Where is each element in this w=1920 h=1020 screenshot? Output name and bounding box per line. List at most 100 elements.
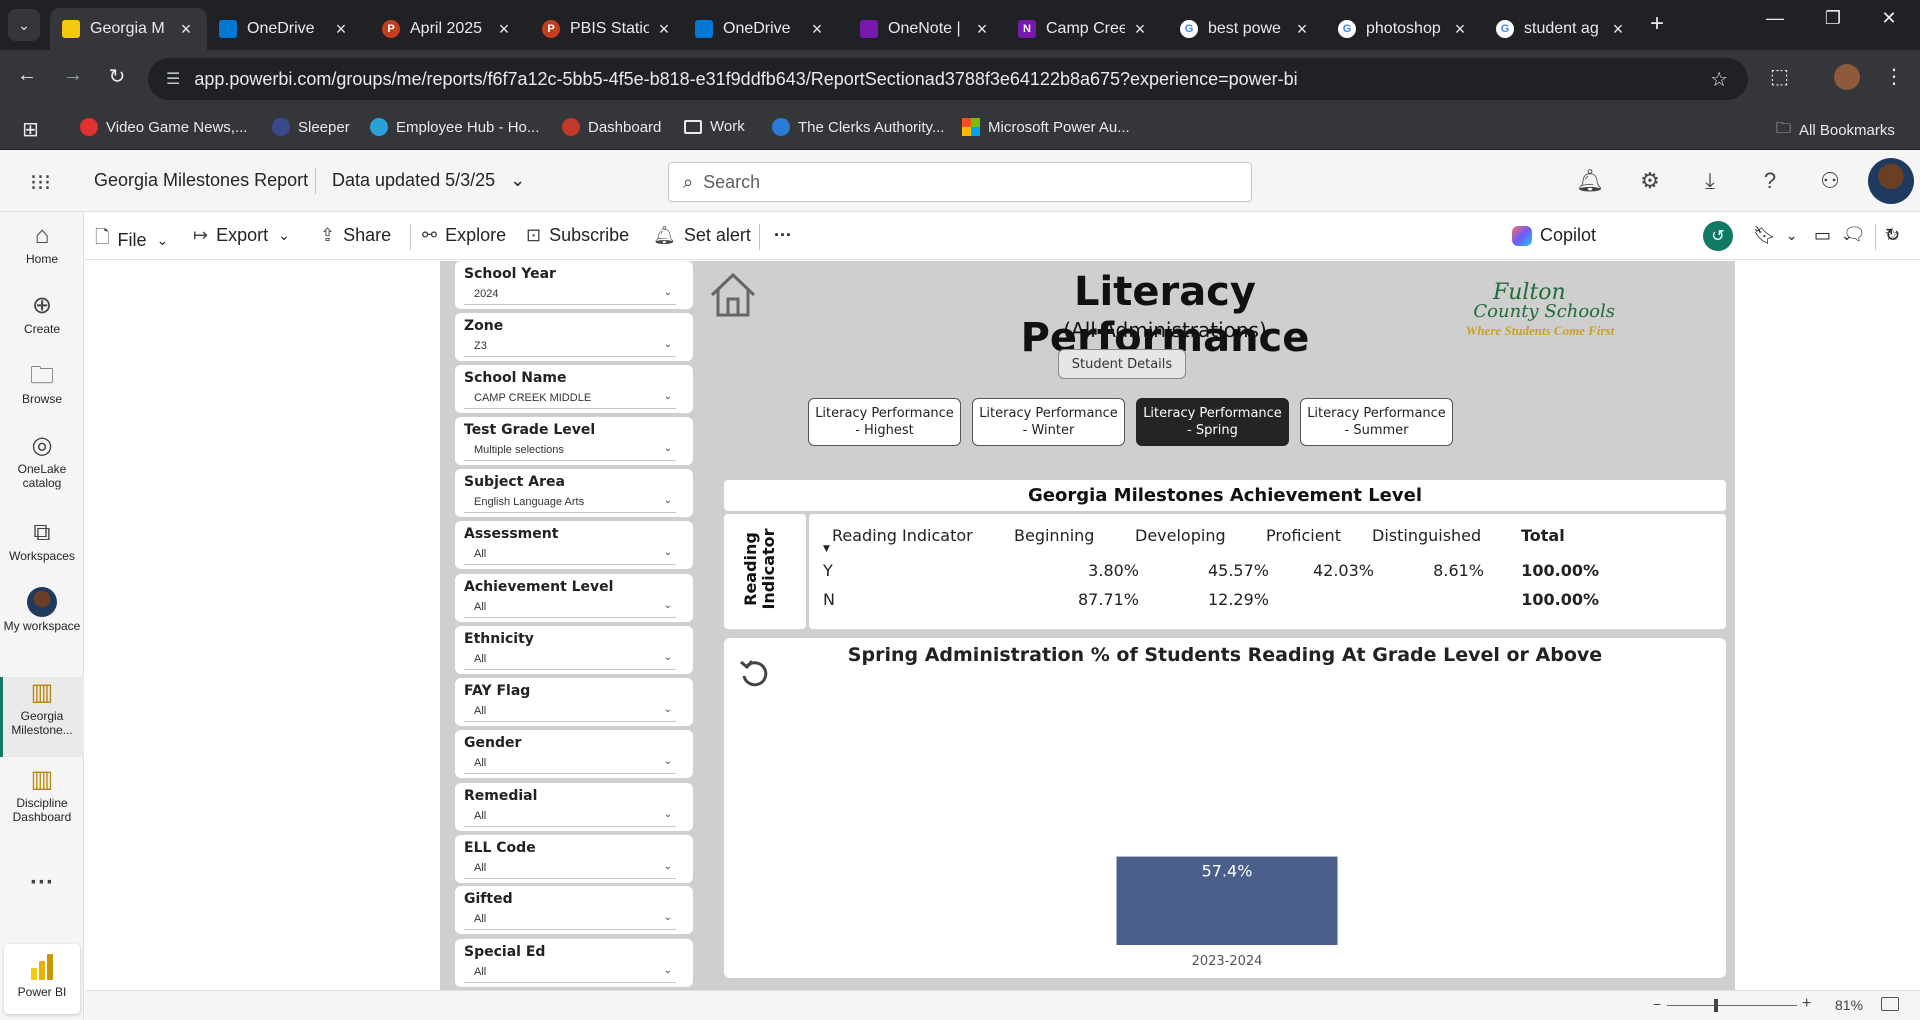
slicer-dropdown[interactable]: Test Grade Level Multiple selections ⌄ (455, 417, 693, 465)
slicer-value[interactable]: All ⌄ (464, 652, 676, 670)
nav-item[interactable]: 🗀 Browse (0, 360, 84, 410)
page-nav-button[interactable]: Literacy Performance - Winter (972, 398, 1125, 446)
bookmark-menu[interactable]: 🔖︎ ⌄ (1753, 225, 1798, 246)
help-icon[interactable]: ? (1755, 168, 1785, 194)
browser-tab[interactable]: OneDrive × (683, 8, 838, 50)
slicer-dropdown[interactable]: Ethnicity All ⌄ (455, 626, 693, 674)
nav-item[interactable]: ▥ Discipline Dashboard (0, 764, 84, 839)
bookmark-item[interactable]: Sleeper (272, 118, 350, 136)
slicer-dropdown[interactable]: School Year 2024 ⌄ (455, 261, 693, 309)
slicer-dropdown[interactable]: ELL Code All ⌄ (455, 835, 693, 883)
close-tab-icon[interactable]: × (808, 19, 826, 40)
zoom-in-button[interactable]: + (1802, 995, 1811, 1013)
close-tab-icon[interactable]: × (495, 19, 513, 40)
page-nav-button[interactable]: Literacy Performance - Spring (1136, 398, 1289, 446)
slicer-value[interactable]: All ⌄ (464, 861, 676, 879)
user-avatar[interactable] (1868, 158, 1914, 204)
file-menu[interactable]: 🗋 File ⌄ (95, 225, 168, 255)
slicer-value[interactable]: All ⌄ (464, 912, 676, 930)
copilot-button[interactable]: Copilot (1512, 225, 1596, 246)
nav-item[interactable]: My workspace (0, 587, 84, 662)
search-input[interactable]: ⌕ Search (668, 162, 1252, 202)
slicer-dropdown[interactable]: Gender All ⌄ (455, 730, 693, 778)
profile-avatar[interactable] (1834, 64, 1860, 90)
back-icon[interactable]: ← (12, 64, 42, 87)
close-tab-icon[interactable]: × (1451, 19, 1469, 40)
bookmark-item[interactable]: Video Game News,... (80, 118, 247, 136)
page-nav-button[interactable]: Literacy Performance - Summer (1300, 398, 1453, 446)
slicer-value[interactable]: CAMP CREEK MIDDLE ⌄ (464, 391, 676, 409)
bookmark-item[interactable]: The Clerks Authority... (772, 118, 944, 136)
close-tab-icon[interactable]: × (1293, 19, 1311, 40)
slicer-dropdown[interactable]: Special Ed All ⌄ (455, 939, 693, 987)
browser-tab[interactable]: Gstudent ag × (1484, 8, 1639, 50)
forward-icon[interactable]: → (58, 64, 88, 87)
close-window-icon[interactable]: ✕ (1869, 8, 1909, 29)
slicer-value[interactable]: All ⌄ (464, 756, 676, 774)
browser-tab[interactable]: Gbest powe × (1168, 8, 1323, 50)
browser-tab[interactable]: Georgia M × (50, 8, 207, 50)
settings-icon[interactable]: ⚙ (1635, 168, 1665, 194)
column-header[interactable]: Reading Indicator (832, 526, 973, 545)
slicer-dropdown[interactable]: School Name CAMP CREEK MIDDLE ⌄ (455, 365, 693, 413)
bookmark-item[interactable]: Microsoft Power Au... (962, 118, 1130, 136)
slicer-dropdown[interactable]: Assessment All ⌄ (455, 521, 693, 569)
sort-descending-icon[interactable]: ▼ (823, 544, 830, 554)
close-tab-icon[interactable]: × (1131, 19, 1149, 40)
report-title[interactable]: Georgia Milestones Report (94, 170, 308, 191)
nav-item[interactable]: ⌂ Home (0, 220, 84, 270)
feedback-icon[interactable]: ⚇ (1815, 168, 1845, 194)
browser-tab[interactable]: OneNote | × (848, 8, 1003, 50)
slicer-dropdown[interactable]: Subject Area English Language Arts ⌄ (455, 469, 693, 517)
comment-icon[interactable]: 🗨︎ (1843, 224, 1866, 245)
slicer-value[interactable]: All ⌄ (464, 547, 676, 565)
bookmark-item[interactable]: Dashboard (562, 118, 661, 136)
browser-tab[interactable]: N Camp Cree × (1006, 8, 1161, 50)
nav-item[interactable]: ··· (0, 867, 84, 897)
browser-tab[interactable]: Gphotoshop × (1326, 8, 1481, 50)
close-tab-icon[interactable]: × (1609, 19, 1627, 40)
apps-grid-icon[interactable]: ⊞ (22, 117, 39, 142)
column-header[interactable]: Developing (1135, 526, 1226, 545)
more-options-button[interactable]: ··· (774, 225, 792, 246)
bookmark-item[interactable]: Work (684, 118, 745, 135)
app-launcher-icon[interactable]: ⁝⁝⁝ (30, 170, 51, 196)
nav-item[interactable]: ⧉ Workspaces (0, 517, 84, 572)
reset-icon[interactable]: ↺ (1703, 221, 1733, 251)
data-updated-dropdown[interactable]: Data updated 5/3/25 ⌄ (332, 170, 525, 191)
all-bookmarks-folder[interactable]: 🗀 All Bookmarks (1776, 118, 1895, 143)
nav-item[interactable]: ⊕ Create (0, 290, 84, 340)
minimize-icon[interactable]: — (1755, 8, 1795, 29)
column-header[interactable]: Distinguished (1372, 526, 1481, 545)
tab-search-button[interactable]: ⌄ (8, 9, 40, 41)
slicer-dropdown[interactable]: Remedial All ⌄ (455, 783, 693, 831)
zoom-slider-track[interactable] (1667, 1005, 1797, 1006)
student-details-button[interactable]: Student Details (1058, 349, 1186, 379)
slicer-dropdown[interactable]: Achievement Level All ⌄ (455, 574, 693, 622)
reload-icon[interactable]: ↻ (102, 64, 132, 89)
slicer-value[interactable]: 2024 ⌄ (464, 287, 676, 305)
home-icon[interactable] (708, 271, 758, 324)
explore-button[interactable]: ⚯ Explore (422, 225, 506, 246)
restore-icon[interactable]: ❐ (1813, 8, 1853, 29)
powerbi-switcher[interactable]: Power BI (4, 944, 80, 1014)
page-nav-button[interactable]: Literacy Performance - Highest (808, 398, 961, 446)
nav-item[interactable]: ▥ Georgia Milestone... (0, 677, 84, 757)
bookmark-star-icon[interactable]: ☆ (1710, 67, 1728, 92)
slicer-value[interactable]: All ⌄ (464, 704, 676, 722)
export-menu[interactable]: ↦ Export ⌄ (193, 225, 290, 246)
close-tab-icon[interactable]: × (332, 19, 350, 40)
browser-tab[interactable]: OneDrive × (207, 8, 362, 50)
browser-tab[interactable]: P PBIS Statio × (530, 8, 685, 50)
download-icon[interactable]: ⤓ (1695, 168, 1725, 194)
notifications-icon[interactable]: 🔔︎ (1575, 168, 1605, 194)
fit-to-page-icon[interactable] (1881, 997, 1899, 1011)
bookmark-item[interactable]: Employee Hub - Ho... (370, 118, 539, 136)
site-info-icon[interactable]: ☰ (166, 69, 180, 89)
set-alert-button[interactable]: 🔔︎ Set alert (653, 225, 751, 246)
close-tab-icon[interactable]: × (655, 19, 673, 40)
slicer-value[interactable]: All ⌄ (464, 809, 676, 827)
browser-menu-icon[interactable]: ⋮ (1884, 64, 1904, 89)
url-bar[interactable]: ☰ app.powerbi.com/groups/me/reports/f6f7… (148, 58, 1748, 100)
column-header[interactable]: Proficient (1266, 526, 1341, 545)
